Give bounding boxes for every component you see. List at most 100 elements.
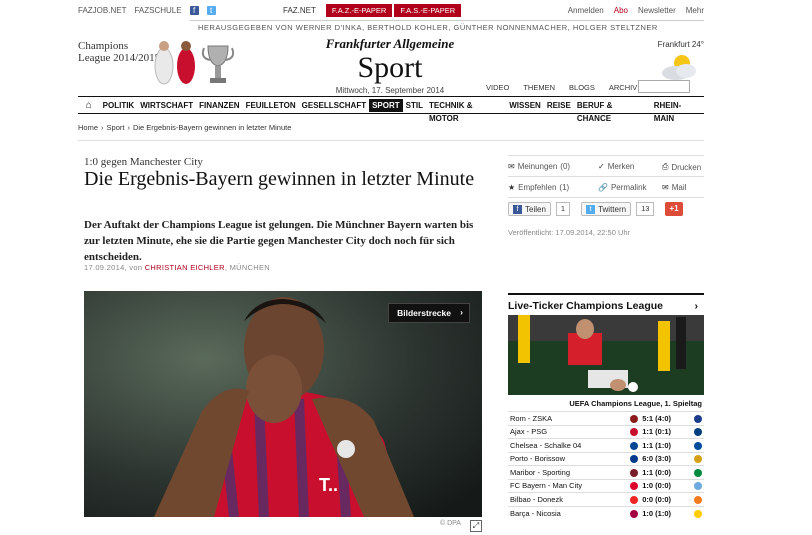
recommend-count: (1) [559,183,570,192]
bookmark-tool[interactable]: ✓ Merken [598,162,634,171]
home-icon[interactable]: ⌂ [78,100,100,111]
share-bar: f Teilen 1 t Twittern 13 +1 [508,202,683,216]
breadcrumb-home[interactable]: Home [78,123,98,132]
divider [78,140,704,141]
nav-feuilleton[interactable]: FEUILLETON [243,99,299,112]
match-teams: Maribor - Sporting [508,465,629,479]
nav-wissen[interactable]: WISSEN [506,99,544,112]
table-row[interactable]: Rom - ZSKA 5:1 (4:0) [508,411,704,425]
divider [508,155,704,156]
away-team-crest-icon [694,482,702,491]
match-score: 1:1 (1:0) [640,438,692,452]
ticker-title: Live-Ticker Champions League [508,300,664,312]
print-tool[interactable]: ⎙ Drucken [662,162,701,172]
faznet-link[interactable]: FAZ.NET [283,6,324,15]
ticker-header[interactable]: Live-Ticker Champions League › [508,293,704,315]
newsletter-link[interactable]: Newsletter [638,6,676,15]
away-team-crest-icon [694,414,702,423]
nav-gesellschaft[interactable]: GESELLSCHAFT [299,99,369,112]
printer-icon: ⎙ [662,162,669,171]
table-row[interactable]: Chelsea - Schalke 04 1:1 (1:0) [508,438,704,452]
table-row[interactable]: Porto - Borissow 6:0 (3:0) [508,451,704,466]
section-title[interactable]: Sport [300,52,480,84]
match-score: 1:1 (0:1) [640,424,692,439]
match-score: 1:0 (0:0) [640,478,692,493]
ticker-table: Rom - ZSKA 5:1 (4:0) Ajax - PSG 1:1 (0:1) Ch… [508,411,704,520]
away-badge-icon [692,492,704,506]
match-teams: Barça - Nicosia [508,505,629,520]
table-row[interactable]: Bilbao - Donezk 0:0 (0:0) [508,492,704,506]
abo-link[interactable]: Abo [614,6,628,15]
breadcrumb-sport[interactable]: Sport [107,123,125,132]
login-link[interactable]: Anmelden [568,6,604,15]
chevron-right-icon: › [694,300,699,312]
ticker-league: UEFA Champions League, 1. Spieltag [569,399,702,408]
home-team-crest-icon [630,455,639,464]
nav-stil[interactable]: STIL [403,99,426,112]
paper-logo[interactable]: Frankfurter Allgemeine [300,36,480,52]
table-row[interactable]: Barça - Nicosia 1:0 (1:0) [508,505,704,520]
nav-finanzen[interactable]: FINANZEN [196,99,242,112]
search-input[interactable] [638,80,690,93]
match-score: 6:0 (3:0) [640,451,692,466]
subnav-archiv[interactable]: ARCHIV [609,83,637,92]
top-utility-bar: FAZJOB.NET FAZSCHULE f t FAZ.NET F.A.Z.-… [78,0,704,22]
fas-epaper-link[interactable]: F.A.S.-E-PAPER [394,4,462,17]
comments-tool[interactable]: ✉ Meinungen (0) [508,162,570,171]
breadcrumb: Home › Sport › Die Ergebnis-Bayern gewin… [78,123,291,132]
table-row[interactable]: Ajax - PSG 1:1 (0:1) [508,424,704,439]
mail-tool[interactable]: ✉ Mail [662,183,686,192]
home-badge-icon [628,411,641,425]
fazschule-link[interactable]: FAZSCHULE [134,6,181,15]
nav-wirtschaft[interactable]: WIRTSCHAFT [137,99,196,112]
twitter-icon[interactable]: t [206,6,216,15]
nav-sport[interactable]: SPORT [369,98,403,112]
away-badge-icon [692,505,704,520]
away-team-crest-icon [694,455,702,464]
table-row[interactable]: FC Bayern - Man City 1:0 (0:0) [508,478,704,493]
home-badge-icon [628,478,641,493]
match-teams: Ajax - PSG [508,424,629,439]
nav-politik[interactable]: POLITIK [100,99,138,112]
facebook-share-button[interactable]: f Teilen [508,202,551,216]
ticker-photo[interactable] [508,315,704,395]
nav-technik-motor[interactable]: TECHNIK & MOTOR [426,99,506,123]
more-link[interactable]: Mehr [686,6,704,15]
match-teams: Rom - ZSKA [508,411,629,425]
recommend-tool[interactable]: ★ Empfehlen (1) [508,183,569,192]
away-badge-icon [692,438,704,452]
match-score: 1:0 (1:0) [640,505,692,520]
gallery-button[interactable]: Bilderstrecke › [388,303,470,323]
mail-icon: ✉ [662,183,669,192]
nav-beruf-chance[interactable]: BERUF & CHANCE [574,99,651,123]
facebook-icon[interactable]: f [189,6,199,15]
away-badge-icon [692,451,704,466]
match-teams: FC Bayern - Man City [508,478,629,493]
subnav-themen[interactable]: THEMEN [523,83,555,92]
twitter-share-button[interactable]: t Twittern [581,202,632,216]
subnav-blogs[interactable]: BLOGS [569,83,595,92]
twitter-share-label: Twittern [598,204,627,214]
google-plus-button[interactable]: +1 [665,202,683,216]
comments-label: Meinungen [517,162,558,171]
permalink-tool[interactable]: 🔗 Permalink [598,183,647,192]
away-badge-icon [692,478,704,493]
author-link[interactable]: CHRISTIAN EICHLER [145,263,225,272]
home-team-crest-icon [630,468,639,477]
nav-reise[interactable]: REISE [544,99,574,112]
article-photo[interactable]: T.. Bilderstrecke › [84,291,482,517]
facebook-share-count: 1 [555,202,571,216]
comments-count: (0) [560,162,571,171]
faz-epaper-link[interactable]: F.A.Z.-E-PAPER [325,4,393,17]
home-team-crest-icon [630,482,639,491]
star-icon: ★ [508,183,516,192]
subnav-video[interactable]: VIDEO [486,83,509,92]
expand-icon[interactable]: ⤢ [470,520,482,532]
table-row[interactable]: Maribor - Sporting 1:1 (0:0) [508,465,704,479]
fazjob-link[interactable]: FAZJOB.NET [78,6,126,15]
away-team-crest-icon [694,428,702,437]
facebook-icon: f [513,204,522,214]
nav-rhein-main[interactable]: RHEIN-MAIN [651,99,704,123]
photo-credit: © DPA [440,520,461,527]
champions-league-players-image[interactable] [146,36,238,92]
